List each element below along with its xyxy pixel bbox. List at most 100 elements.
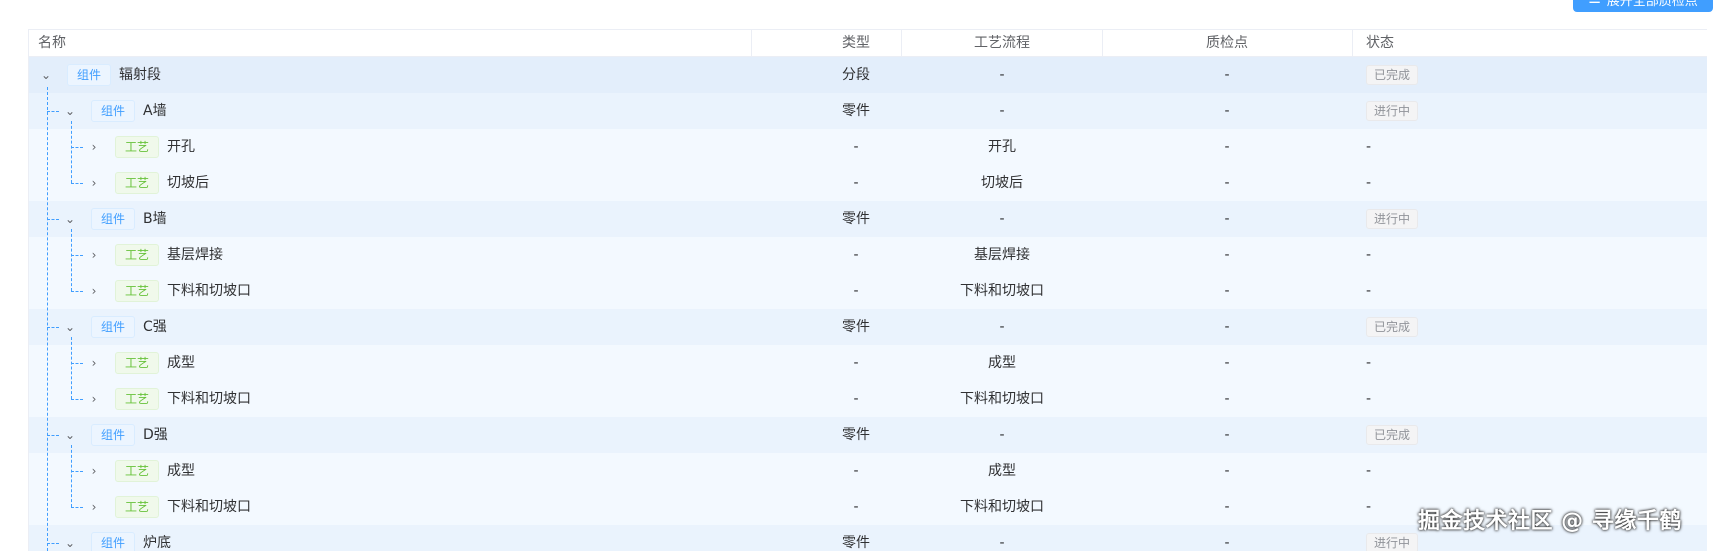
chevron-down-icon[interactable]: ⌄ (63, 309, 77, 345)
chevron-right-icon[interactable]: › (87, 345, 101, 381)
cell-process: 下料和切坡口 (960, 391, 1044, 407)
status-badge: 进行中 (1366, 533, 1419, 551)
node-type-tag: 组件 (91, 424, 136, 446)
cell-qc: - (1224, 355, 1230, 371)
tree-connector (71, 507, 83, 508)
chevron-right-icon[interactable]: › (87, 165, 101, 201)
node-name: 成型 (167, 355, 195, 371)
table-row[interactable]: › 工艺 成型 - 成型 - - (29, 345, 1707, 381)
node-name: 下料和切坡口 (167, 391, 251, 407)
expand-all-qc-label: 展开全部质检点 (1606, 0, 1698, 9)
cell-process: 开孔 (988, 139, 1016, 155)
cell-qc: - (1224, 247, 1230, 263)
expand-all-qc-button[interactable]: ☰ 展开全部质检点 (1573, 0, 1713, 12)
cell-process: - (999, 211, 1005, 227)
node-name: D强 (143, 427, 168, 443)
node-type-tag: 工艺 (115, 352, 160, 374)
cell-type: 零件 (842, 535, 870, 551)
cell-type: - (853, 247, 859, 263)
cell-process: - (999, 67, 1005, 83)
cell-type: 零件 (842, 103, 870, 119)
table-row[interactable]: ⌄ 组件 B墙 零件 - - 进行中 (29, 201, 1707, 237)
table-row[interactable]: › 工艺 切坡后 - 切坡后 - - (29, 165, 1707, 201)
tree-connector (47, 111, 59, 112)
chevron-down-icon[interactable]: ⌄ (63, 525, 77, 551)
node-name: 辐射段 (119, 67, 161, 83)
table-row[interactable]: › 工艺 下料和切坡口 - 下料和切坡口 - - (29, 381, 1707, 417)
chevron-right-icon[interactable]: › (87, 129, 101, 165)
node-type-tag: 组件 (91, 532, 136, 551)
cell-qc: - (1224, 319, 1230, 335)
cell-qc: - (1224, 211, 1230, 227)
status-badge: 进行中 (1366, 209, 1419, 229)
cell-status: - (1366, 391, 1372, 407)
table-row[interactable]: › 工艺 开孔 - 开孔 - - (29, 129, 1707, 165)
table-row[interactable]: ⌄ 组件 辐射段 分段 - - 已完成 (29, 57, 1707, 93)
chevron-right-icon[interactable]: › (87, 237, 101, 273)
node-type-tag: 工艺 (115, 280, 160, 302)
cell-status: - (1366, 463, 1372, 479)
col-header-type[interactable]: 类型 (811, 30, 901, 57)
cell-type: - (853, 355, 859, 371)
status-badge: 已完成 (1366, 425, 1419, 445)
cell-process: 成型 (988, 355, 1016, 371)
col-header-qc[interactable]: 质检点 (1127, 30, 1327, 57)
cell-process: - (999, 535, 1005, 551)
cell-type: - (853, 499, 859, 515)
cell-type: 分段 (842, 67, 870, 83)
tree-guide-line (71, 445, 72, 507)
node-name: 炉底 (143, 535, 171, 551)
cell-qc: - (1224, 283, 1230, 299)
tree-connector (71, 363, 83, 364)
node-type-tag: 工艺 (115, 244, 160, 266)
cell-type: - (853, 139, 859, 155)
chevron-down-icon[interactable]: ⌄ (63, 201, 77, 237)
cell-process: 下料和切坡口 (960, 283, 1044, 299)
chevron-right-icon[interactable]: › (87, 489, 101, 525)
watermark: 掘金技术社区 @ 寻缘千鹤 (1418, 509, 1682, 534)
node-type-tag: 工艺 (115, 460, 160, 482)
cell-type: - (853, 175, 859, 191)
tree-connector (71, 183, 83, 184)
cell-type: 零件 (842, 211, 870, 227)
cell-process: - (999, 427, 1005, 443)
table-row[interactable]: ⌄ 组件 D强 零件 - - 已完成 (29, 417, 1707, 453)
cell-qc: - (1224, 463, 1230, 479)
chevron-right-icon[interactable]: › (87, 273, 101, 309)
node-type-tag: 工艺 (115, 136, 160, 158)
col-header-process[interactable]: 工艺流程 (902, 30, 1102, 57)
col-header-name[interactable]: 名称 (38, 30, 66, 57)
tree-guide-line (71, 121, 72, 183)
node-type-tag: 组件 (91, 316, 136, 338)
node-name: 下料和切坡口 (167, 499, 251, 515)
cell-qc: - (1224, 427, 1230, 443)
chevron-right-icon[interactable]: › (87, 381, 101, 417)
tree-table: 名称 类型 工艺流程 质检点 状态 ⌄ 组件 辐射段 分段 - - 已完成 ⌄ 组件 A墙 零件 - -… (28, 29, 1707, 551)
col-divider (751, 30, 752, 57)
table-row[interactable]: › 工艺 基层焊接 - 基层焊接 - - (29, 237, 1707, 273)
table-row[interactable]: › 工艺 下料和切坡口 - 下料和切坡口 - - (29, 273, 1707, 309)
table-row[interactable]: ⌄ 组件 C强 零件 - - 已完成 (29, 309, 1707, 345)
col-divider (1352, 30, 1353, 57)
cell-type: - (853, 283, 859, 299)
cell-type: - (853, 391, 859, 407)
node-type-tag: 工艺 (115, 388, 160, 410)
node-type-tag: 组件 (67, 64, 112, 86)
node-type-tag: 组件 (91, 100, 136, 122)
node-type-tag: 工艺 (115, 172, 160, 194)
table-row[interactable]: › 工艺 成型 - 成型 - - (29, 453, 1707, 489)
status-badge: 已完成 (1366, 65, 1419, 85)
chevron-down-icon[interactable]: ⌄ (63, 93, 77, 129)
node-name: B墙 (143, 211, 167, 227)
cell-qc: - (1224, 391, 1230, 407)
tree-connector (71, 147, 83, 148)
chevron-down-icon[interactable]: ⌄ (39, 57, 53, 93)
chevron-down-icon[interactable]: ⌄ (63, 417, 77, 453)
list-icon: ☰ (1588, 0, 1601, 6)
chevron-right-icon[interactable]: › (87, 453, 101, 489)
cell-status: 已完成 (1366, 417, 1419, 453)
table-row[interactable]: ⌄ 组件 A墙 零件 - - 进行中 (29, 93, 1707, 129)
col-header-status[interactable]: 状态 (1366, 30, 1394, 57)
tree-guide-line (47, 87, 48, 551)
cell-qc: - (1224, 139, 1230, 155)
